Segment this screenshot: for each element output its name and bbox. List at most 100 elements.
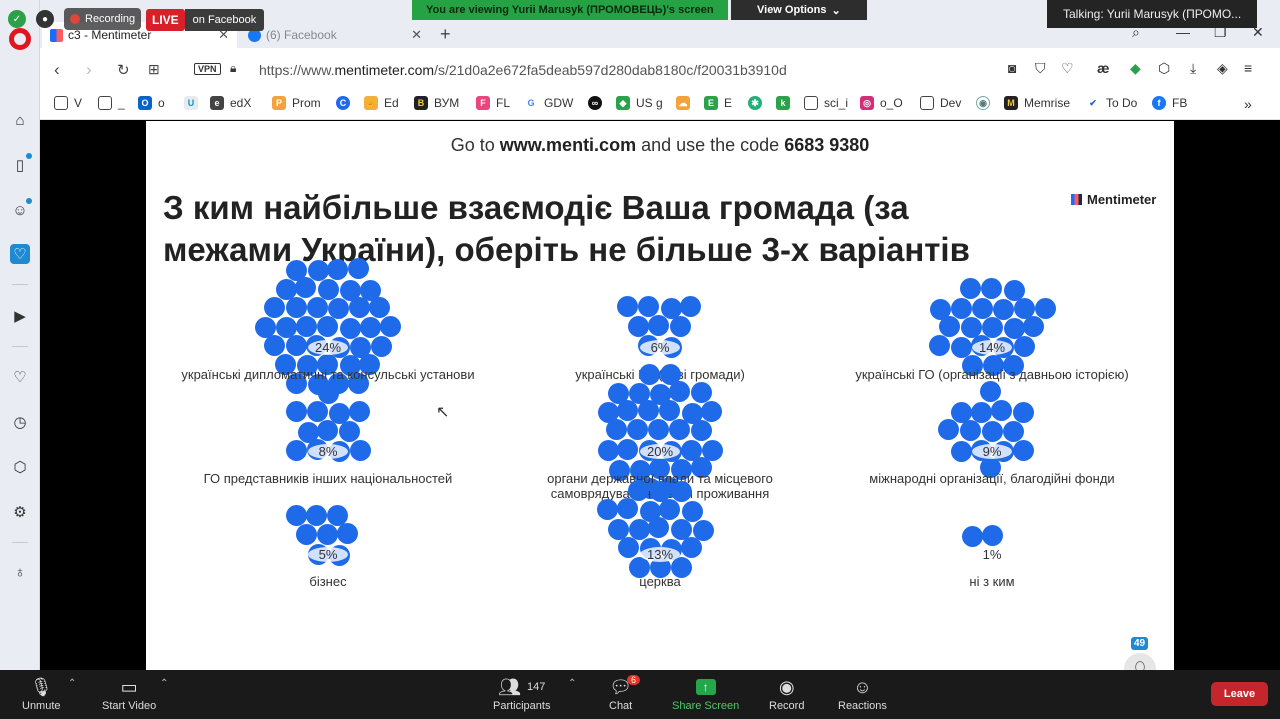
menu-icon[interactable]: ≡ [1244, 60, 1252, 76]
result-bubble [690, 381, 712, 403]
mic-icon[interactable]: ● [36, 10, 54, 28]
extension-icon[interactable]: ◆ [1130, 60, 1141, 77]
percent-label: 9% [972, 444, 1012, 459]
share-screen-button[interactable]: ↑ Share Screen [672, 674, 739, 712]
tab-label: c3 - Mentimeter [68, 28, 152, 42]
opera-logo-icon[interactable] [9, 28, 31, 50]
live-indicator[interactable]: LIVE on Facebook [146, 8, 265, 32]
bulb-icon[interactable]: ♁ [10, 562, 30, 582]
ae-extension-icon[interactable]: æ [1097, 60, 1109, 76]
heart-icon[interactable]: ♡ [1061, 60, 1074, 77]
todo-icon: ✔ [1086, 96, 1100, 110]
chevron-up-icon[interactable]: ⌃ [568, 678, 576, 689]
extension-red-icon[interactable]: ◈ [1217, 60, 1228, 77]
new-tab-button[interactable]: + [440, 24, 451, 45]
shield-icon[interactable]: ⛉ [1035, 60, 1046, 77]
player-icon[interactable]: ▶ [10, 306, 30, 326]
download-icon[interactable]: ⤓ [1190, 60, 1196, 77]
recording-label: Recording [85, 13, 136, 25]
bookmark-item[interactable]: ☁ [676, 96, 696, 110]
bookmark-item[interactable]: M Memrise [1004, 96, 1070, 110]
home-icon[interactable]: ⌂ [10, 110, 30, 130]
prom-icon: P [272, 96, 286, 110]
record-button[interactable]: ◉ Record [769, 674, 804, 713]
bookmark-item[interactable]: ◉ [976, 96, 996, 110]
result-bubble [670, 316, 692, 338]
unmute-button[interactable]: 🎙︎ Unmute [22, 674, 61, 713]
result-bubble [659, 363, 681, 385]
option-label: українські ГО (організації з давньою іст… [855, 367, 1129, 382]
sidebar-divider [12, 284, 28, 285]
result-bubble [329, 402, 351, 424]
start-video-button[interactable]: ▭ Start Video [102, 674, 156, 713]
back-icon[interactable]: ‹ [54, 60, 60, 80]
cube-icon[interactable]: ⬡ [10, 457, 30, 477]
result-bubble [379, 315, 401, 337]
book-icon[interactable]: ▯ [10, 153, 32, 175]
result-bubble [349, 440, 371, 462]
bookmark-item[interactable]: ✱ [748, 96, 768, 110]
close-icon[interactable]: ✕ [411, 27, 422, 43]
bookmark-item[interactable]: Oo [138, 96, 165, 110]
bookmark-item[interactable]: sci_i [804, 96, 848, 110]
vpn-badge[interactable]: VPN [194, 63, 221, 75]
reactions-button[interactable]: ☺ Reactions [838, 674, 887, 713]
more-bookmarks-icon[interactable]: » [1244, 96, 1252, 112]
bookmark-label: FL [496, 96, 511, 110]
leave-button[interactable]: Leave [1211, 682, 1268, 706]
forward-icon[interactable]: › [86, 60, 92, 80]
lock-icon[interactable]: 🔒︎ [230, 61, 236, 76]
bookmark-item[interactable]: f FB [1152, 96, 1187, 110]
result-bubble [679, 296, 701, 318]
settings-icon[interactable]: ⚙ [10, 502, 30, 522]
mic-muted-icon: 🎙︎ [29, 676, 53, 697]
speed-dial-icon[interactable]: ⊞ [148, 61, 160, 78]
facebook-icon: f [1152, 96, 1166, 110]
bookmark-item[interactable]: F FL [476, 96, 510, 110]
bookmark-item[interactable]: _ [98, 96, 125, 110]
heart-shield-icon[interactable]: ♡ [10, 244, 30, 264]
chevron-up-icon[interactable]: ⌃ [160, 678, 168, 689]
bookmark-item[interactable]: ◆ US g [616, 96, 663, 110]
smile-icon[interactable]: ☺ [10, 198, 32, 220]
result-bubble [637, 296, 659, 318]
bookmark-item[interactable]: U [184, 96, 204, 110]
bookmark-item[interactable]: ☝ Ed [364, 96, 399, 110]
view-options-button[interactable]: View Options ⌄ [731, 0, 867, 20]
participants-icon: 👥︎ 147 [498, 676, 546, 697]
bookmark-label: FB [1172, 96, 1188, 110]
bookmark-item[interactable]: G GDW [524, 96, 573, 110]
bookmark-item[interactable]: ✔ To Do [1086, 96, 1137, 110]
bookmark-item[interactable]: P Prom [272, 96, 321, 110]
reload-icon[interactable]: ↻ [117, 61, 130, 79]
url-path: /s/21d0a2e672fa5deab597d280dab8180c/f200… [434, 62, 787, 78]
bookmark-item[interactable]: C [336, 96, 356, 110]
cube-icon[interactable]: ⬡ [1158, 60, 1170, 77]
result-bubble [316, 315, 338, 337]
k-icon: k [776, 96, 790, 110]
bookmark-label: To Do [1106, 96, 1138, 110]
result-bubble [1034, 298, 1056, 320]
option-label: ГО представників інших національностей [203, 471, 453, 486]
result-bubble [348, 401, 370, 423]
instagram-icon: ◎ [860, 96, 874, 110]
bookmark-item[interactable]: EE [704, 96, 732, 110]
bookmark-item[interactable]: k [776, 96, 796, 110]
bookmark-item[interactable]: e edX [210, 96, 251, 110]
bookmark-item[interactable]: Dev [920, 96, 961, 110]
camera-icon[interactable]: ◙ [1008, 60, 1016, 76]
heart-icon[interactable]: ♡ [10, 367, 30, 387]
bookmark-item[interactable]: V [54, 96, 82, 110]
result-bubble [263, 296, 285, 318]
chat-button[interactable]: 💬︎ 6 Chat [609, 674, 641, 712]
shield-check-icon[interactable]: ✓ [8, 10, 26, 28]
bookmark-item[interactable]: ◎ o_O [860, 96, 903, 110]
participants-button[interactable]: 👥︎ 147 Participants [493, 674, 550, 713]
bookmark-label: Dev [940, 96, 962, 110]
url-field[interactable]: https://www.mentimeter.com/s/21d0a2e672f… [259, 62, 787, 78]
history-icon[interactable]: ◷ [10, 412, 30, 432]
chevron-up-icon[interactable]: ⌃ [68, 678, 76, 689]
bookmark-item[interactable]: ∞ [588, 96, 608, 110]
bookmark-item[interactable]: В ВУМ [414, 96, 459, 110]
tab-facebook[interactable]: (6) Facebook ✕ [240, 22, 430, 48]
